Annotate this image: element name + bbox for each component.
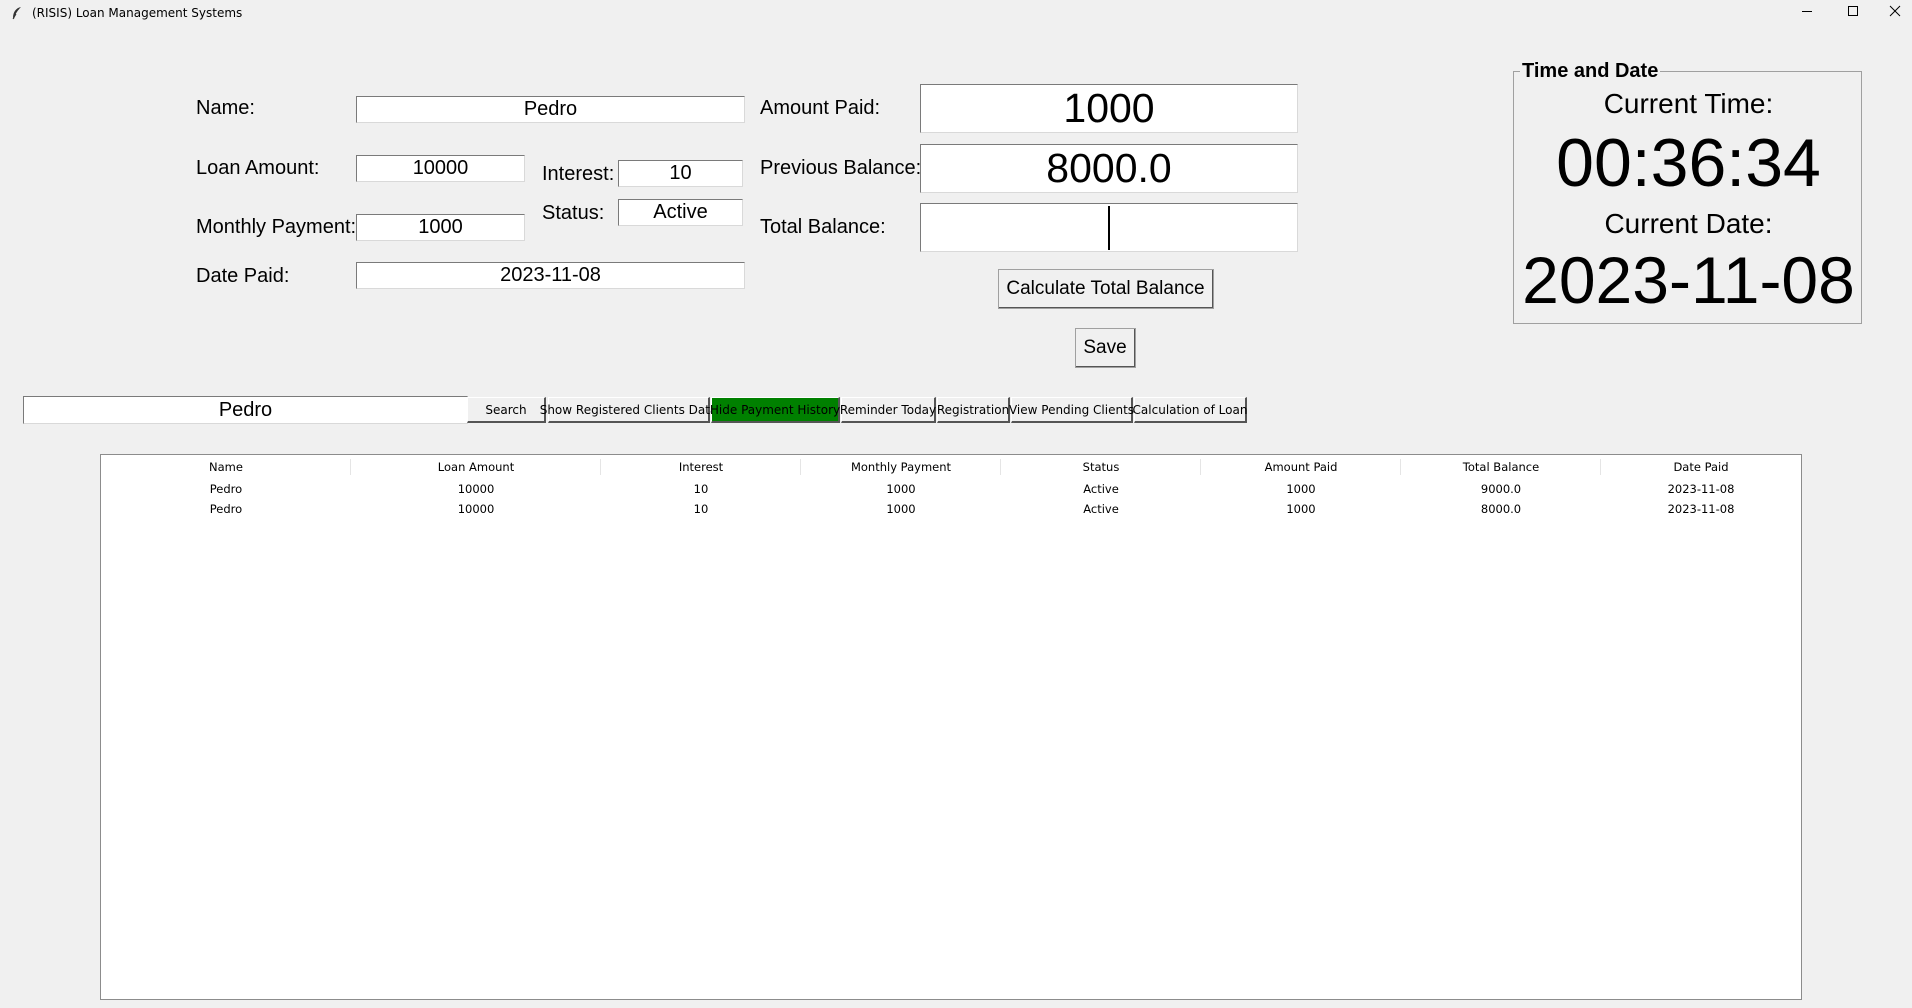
search-button[interactable]: Search (467, 397, 546, 423)
minimize-button[interactable] (1784, 0, 1830, 26)
table-row[interactable]: Pedro 10000 10 1000 Active 1000 9000.0 2… (101, 479, 1801, 499)
payment-history-table[interactable]: Name Loan Amount Interest Monthly Paymen… (100, 454, 1802, 1000)
maximize-button[interactable] (1830, 0, 1876, 26)
interest-label: Interest: (542, 163, 615, 185)
date-paid-label: Date Paid: (196, 265, 290, 287)
view-pending-clients-button[interactable]: View Pending Clients (1009, 397, 1134, 423)
cell-name: Pedro (209, 502, 243, 516)
column-header-total-balance[interactable]: Total Balance (1401, 455, 1601, 479)
close-icon (1889, 4, 1901, 22)
status-label: Status: (542, 202, 605, 224)
minimize-icon (1801, 4, 1813, 22)
maximize-icon (1847, 4, 1859, 22)
column-header-label: Status (1082, 460, 1120, 474)
column-header-status[interactable]: Status (1001, 455, 1201, 479)
cell-total-balance: 8000.0 (1480, 502, 1522, 516)
cell-amount-paid: 1000 (1286, 502, 1316, 516)
current-date-label: Current Date: (1604, 208, 1773, 239)
table-row[interactable]: Pedro 10000 10 1000 Active 1000 8000.0 2… (101, 499, 1801, 519)
column-header-name[interactable]: Name (101, 455, 351, 479)
column-header-label: Monthly Payment (850, 460, 952, 474)
text-caret (1108, 205, 1110, 250)
save-button[interactable]: Save (1075, 328, 1136, 368)
current-date-value: 2023-11-08 (1522, 243, 1855, 317)
monthly-payment-label: Monthly Payment: (196, 216, 357, 238)
column-header-label: Interest (678, 460, 724, 474)
cell-interest: 10 (693, 482, 709, 496)
reminder-today-button[interactable]: Reminder Today (840, 397, 936, 423)
date-paid-field[interactable]: 2023-11-08 (356, 262, 745, 289)
column-header-label: Total Balance (1462, 460, 1540, 474)
cell-monthly-payment: 1000 (886, 502, 916, 516)
calculate-total-balance-button[interactable]: Calculate Total Balance (998, 269, 1214, 309)
status-field[interactable]: Active (618, 199, 743, 226)
total-balance-label: Total Balance: (760, 216, 886, 238)
registration-button[interactable]: Registration (937, 397, 1010, 423)
cell-status: Active (1083, 482, 1119, 496)
name-label: Name: (196, 97, 255, 119)
cell-status: Active (1083, 502, 1119, 516)
cell-interest: 10 (693, 502, 709, 516)
amount-paid-label: Amount Paid: (760, 97, 881, 119)
search-input[interactable]: Pedro (23, 396, 468, 424)
cell-amount-paid: 1000 (1286, 482, 1316, 496)
monthly-payment-field[interactable]: 1000 (356, 214, 525, 241)
window-title: (RISIS) Loan Management Systems (32, 6, 243, 20)
interest-field[interactable]: 10 (618, 160, 743, 187)
time-and-date-title: Time and Date (1520, 60, 1661, 83)
previous-balance-field[interactable]: 8000.0 (920, 144, 1298, 193)
column-header-loan-amount[interactable]: Loan Amount (351, 455, 601, 479)
column-header-date-paid[interactable]: Date Paid (1601, 455, 1801, 479)
name-field[interactable]: Pedro (356, 96, 745, 123)
cell-total-balance: 9000.0 (1480, 482, 1522, 496)
previous-balance-label: Previous Balance: (760, 157, 922, 179)
column-header-label: Loan Amount (437, 460, 515, 474)
cell-monthly-payment: 1000 (886, 482, 916, 496)
feather-icon (10, 6, 24, 20)
cell-date-paid: 2023-11-08 (1667, 482, 1735, 496)
column-header-amount-paid[interactable]: Amount Paid (1201, 455, 1401, 479)
loan-amount-label: Loan Amount: (196, 157, 320, 179)
amount-paid-field[interactable]: 1000 (920, 84, 1298, 133)
time-and-date-group: Time and Date Current Time: 00:36:34 Cur… (1513, 60, 1862, 324)
cell-loan-amount: 10000 (457, 502, 495, 516)
table-header: Name Loan Amount Interest Monthly Paymen… (101, 455, 1801, 479)
column-header-label: Amount Paid (1264, 460, 1338, 474)
loan-amount-field[interactable]: 10000 (356, 155, 525, 182)
title-bar: (RISIS) Loan Management Systems (0, 0, 1912, 26)
column-header-label: Name (209, 460, 243, 474)
column-header-label: Date Paid (1673, 460, 1729, 474)
cell-loan-amount: 10000 (457, 482, 495, 496)
total-balance-field[interactable] (920, 203, 1298, 252)
cell-date-paid: 2023-11-08 (1667, 502, 1735, 516)
calculation-of-loan-button[interactable]: Calculation of Loan (1133, 397, 1247, 423)
column-header-interest[interactable]: Interest (601, 455, 801, 479)
close-button[interactable] (1872, 0, 1912, 26)
current-time-label: Current Time: (1603, 88, 1774, 119)
cell-name: Pedro (209, 482, 243, 496)
current-time-value: 00:36:34 (1556, 125, 1821, 201)
show-registered-clients-button[interactable]: Show Registered Clients Data (540, 397, 717, 423)
column-header-monthly-payment[interactable]: Monthly Payment (801, 455, 1001, 479)
hide-payment-history-button[interactable]: Hide Payment History (710, 397, 840, 423)
